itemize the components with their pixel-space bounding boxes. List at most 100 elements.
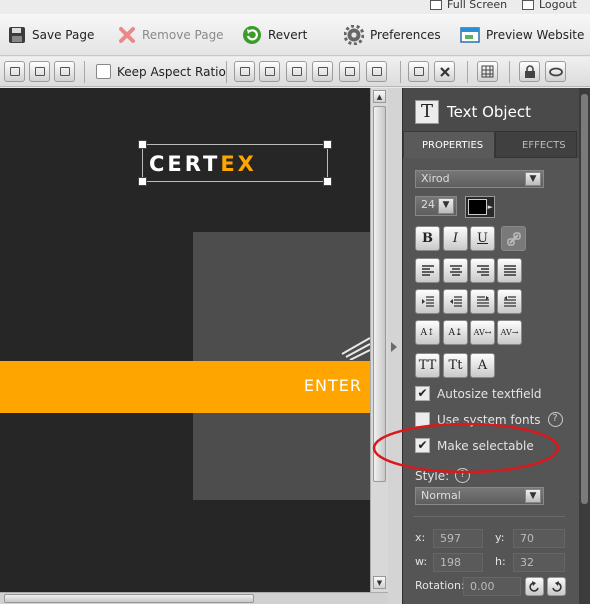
clear-format-button[interactable]: A <box>470 353 495 378</box>
align-right-button[interactable] <box>366 61 387 82</box>
toolbar-separator <box>226 61 227 83</box>
indent-button[interactable] <box>415 289 440 314</box>
letter-spacing-increase-button[interactable]: AV↔ <box>470 320 495 345</box>
revert-button[interactable]: Revert <box>242 14 307 56</box>
preview-website-button[interactable]: Preview Website <box>460 14 584 56</box>
selected-text-object[interactable]: CERTEX <box>138 140 332 186</box>
rotate-left-button[interactable] <box>525 577 544 596</box>
tab-effects[interactable]: EFFECTS <box>495 131 577 158</box>
line-spacing-icon: A↨ <box>448 327 463 338</box>
text-object-icon: T <box>415 100 439 124</box>
align-middle-button[interactable] <box>259 61 280 82</box>
color-swatch <box>468 199 487 215</box>
chevron-down-icon: ▼ <box>438 198 454 214</box>
link-button[interactable] <box>501 226 526 251</box>
autosize-option[interactable]: ✔ Autosize textfield <box>415 386 542 401</box>
outdent-icon <box>449 295 462 307</box>
logout-icon <box>522 0 534 10</box>
bold-button[interactable]: B <box>415 226 440 251</box>
text-align-center-icon <box>449 264 462 276</box>
tab-properties[interactable]: PROPERTIES <box>403 131 495 158</box>
full-screen-icon <box>430 0 442 10</box>
rotation-label: Rotation: <box>415 579 465 592</box>
height-field[interactable]: 32 <box>513 553 565 572</box>
top-bar: Full Screen Logout <box>0 0 590 14</box>
style-select[interactable]: Normal ▼ <box>415 487 544 505</box>
y-position-field[interactable]: 70 <box>513 529 565 548</box>
duplicate-button[interactable] <box>54 61 75 82</box>
text-align-right-icon <box>476 264 489 276</box>
revert-arrow-icon <box>243 26 261 44</box>
resize-handle[interactable] <box>323 140 332 149</box>
color-picker[interactable]: ► <box>465 196 495 218</box>
hanging-indent-button[interactable] <box>497 289 522 314</box>
title-case-button[interactable]: Tt <box>443 353 468 378</box>
align-center-text-button[interactable] <box>443 258 468 283</box>
x-label: x: <box>415 531 426 544</box>
underline-button[interactable]: U <box>470 226 495 251</box>
align-right-text-button[interactable] <box>470 258 495 283</box>
horizontal-scrollbar[interactable] <box>0 592 388 604</box>
width-field[interactable]: 198 <box>433 553 483 572</box>
add-element-button[interactable] <box>408 61 429 82</box>
toolbar-separator <box>84 61 85 83</box>
outdent-button[interactable] <box>443 289 468 314</box>
link-button[interactable] <box>545 61 566 82</box>
resize-handle[interactable] <box>323 177 332 186</box>
align-left-button[interactable] <box>312 61 333 82</box>
scroll-down-arrow[interactable]: ▼ <box>373 576 386 589</box>
justify-text-button[interactable] <box>497 258 522 283</box>
panel-title: Text Object <box>447 103 531 121</box>
lock-button[interactable] <box>519 61 540 82</box>
logout-link[interactable]: Logout <box>522 0 577 11</box>
bring-forward-button[interactable] <box>4 61 25 82</box>
enter-label[interactable]: ENTER <box>304 376 362 395</box>
collapse-arrow-icon <box>391 342 397 352</box>
keep-aspect-ratio-checkbox[interactable] <box>96 64 111 79</box>
save-page-button[interactable]: Save Page <box>8 14 94 56</box>
align-center-button[interactable] <box>339 61 360 82</box>
uppercase-button[interactable]: TT <box>415 353 440 378</box>
highlight-ellipse <box>372 422 560 474</box>
w-label: w: <box>415 555 428 568</box>
rotate-right-button[interactable] <box>547 577 566 596</box>
preferences-button[interactable]: Preferences <box>344 14 441 56</box>
oval-icon <box>548 67 563 76</box>
font-select[interactable]: Xirod ▼ <box>415 170 544 188</box>
line-spacing-increase-button[interactable]: A↕ <box>415 320 440 345</box>
x-position-field[interactable]: 597 <box>433 529 483 548</box>
copy-icon <box>59 67 70 76</box>
layer-icon <box>34 67 45 76</box>
scroll-up-arrow[interactable]: ▲ <box>373 90 386 103</box>
resize-handle[interactable] <box>138 177 147 186</box>
resize-handle[interactable] <box>138 140 147 149</box>
delete-element-button[interactable] <box>434 61 455 82</box>
line-spacing-decrease-button[interactable]: A↨ <box>443 320 468 345</box>
panel-scroll-thumb[interactable] <box>581 94 588 504</box>
full-screen-link[interactable]: Full Screen <box>430 0 507 11</box>
floppy-disk-icon <box>9 27 25 43</box>
align-bottom-button[interactable] <box>286 61 307 82</box>
align-left-text-button[interactable] <box>415 258 440 283</box>
autosize-checkbox[interactable]: ✔ <box>415 386 430 401</box>
scroll-thumb[interactable] <box>4 594 254 603</box>
align-top-button[interactable] <box>234 61 255 82</box>
grid-button[interactable] <box>477 61 498 82</box>
keep-aspect-ratio-toggle[interactable]: Keep Aspect Ratio <box>96 64 226 79</box>
first-line-indent-button[interactable] <box>470 289 495 314</box>
first-line-indent-icon <box>476 295 489 307</box>
main-menu-bar: Save Page Remove Page Revert Preferences… <box>0 14 590 56</box>
panel-splitter[interactable] <box>388 88 402 604</box>
send-backward-button[interactable] <box>29 61 50 82</box>
italic-button[interactable]: I <box>443 226 468 251</box>
letter-spacing-decrease-button[interactable]: AV→ <box>497 320 522 345</box>
panel-scrollbar[interactable] <box>579 88 590 604</box>
remove-page-button[interactable]: Remove Page <box>118 14 224 56</box>
page-canvas[interactable]: ENTER CERTEX <box>0 88 370 592</box>
hanging-indent-icon <box>503 295 516 307</box>
toolbar-separator <box>467 61 468 83</box>
align-center-icon <box>344 67 355 76</box>
rotation-field[interactable]: 0.00 <box>463 577 521 596</box>
font-size-select[interactable]: 24 ▼ <box>415 196 457 216</box>
vertical-scrollbar[interactable]: ▲ ▼ <box>370 88 388 592</box>
